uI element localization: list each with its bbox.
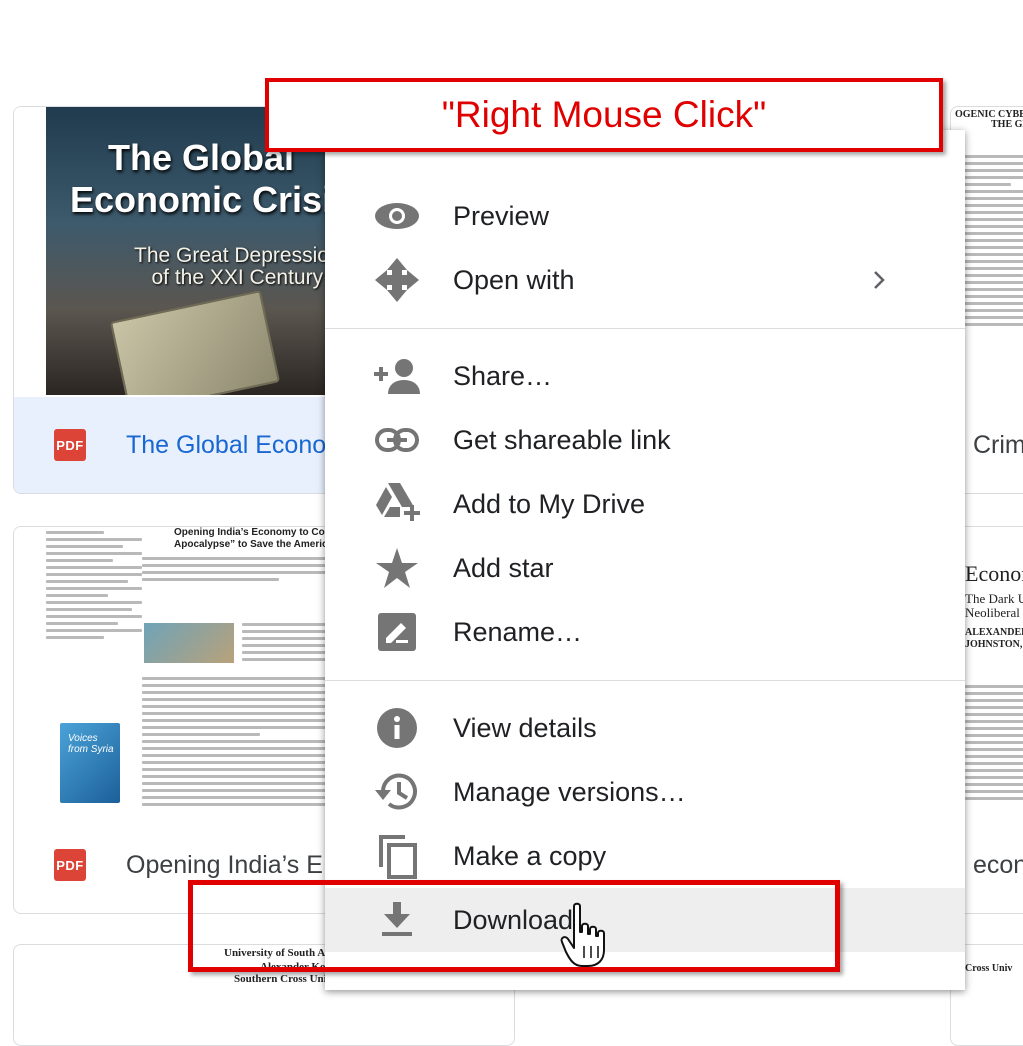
article-body-lines bbox=[142, 677, 338, 810]
paper-authors: JOHNSTON, AND bbox=[965, 639, 1023, 650]
menu-item-label: Share… bbox=[453, 360, 553, 391]
history-icon bbox=[373, 768, 421, 816]
pencil-icon bbox=[373, 608, 421, 656]
menu-item-label: Make a copy bbox=[453, 840, 607, 871]
menu-item-make-copy[interactable]: Make a copy bbox=[325, 824, 965, 888]
menu-item-label: Get shareable link bbox=[453, 424, 671, 455]
paper-authors: ALEXANDER KO bbox=[965, 627, 1023, 638]
paper-line: Neoliberal bbox=[965, 605, 1020, 620]
star-icon bbox=[373, 544, 421, 592]
cover-subtitle: The Great Depression of the XXI Century bbox=[134, 245, 341, 289]
menu-item-add-star[interactable]: Add star bbox=[325, 536, 965, 600]
file-title[interactable]: Opening India’s E bbox=[126, 851, 323, 880]
person-add-icon bbox=[373, 352, 421, 400]
hand-cursor-icon bbox=[560, 902, 612, 973]
menu-item-label: Add star bbox=[453, 552, 554, 583]
menu-item-label: Add to My Drive bbox=[453, 488, 646, 519]
cover-title-line: Economic Crisis bbox=[70, 179, 353, 220]
menu-item-label: View details bbox=[453, 712, 597, 743]
cover-subtitle-line: The Great Depression bbox=[134, 244, 341, 267]
drive-add-icon bbox=[373, 480, 421, 528]
file-title[interactable]: econ bbox=[973, 851, 1023, 880]
article-body-lines bbox=[142, 557, 338, 585]
menu-item-open-with[interactable]: Open with bbox=[325, 248, 965, 312]
paper-line: Southern Cross Unive bbox=[234, 973, 338, 985]
menu-item-manage-versions[interactable]: Manage versions… bbox=[325, 760, 965, 824]
menu-item-rename[interactable]: Rename… bbox=[325, 600, 965, 664]
paper-subheading: THE GLO bbox=[991, 119, 1023, 130]
menu-item-preview[interactable]: Preview bbox=[325, 184, 965, 248]
menu-item-view-details[interactable]: View details bbox=[325, 696, 965, 760]
article-sidebar-lines bbox=[46, 531, 142, 643]
eye-icon bbox=[373, 192, 421, 240]
pdf-icon: PDF bbox=[54, 429, 86, 461]
callout-text: "Right Mouse Click" bbox=[441, 94, 767, 135]
cover-subtitle-line: of the XXI Century bbox=[151, 266, 324, 289]
paper-heading: n Cross Univ bbox=[957, 963, 1013, 974]
pdf-icon: PDF bbox=[54, 849, 86, 881]
copy-icon bbox=[373, 832, 421, 880]
file-title[interactable]: The Global Econo bbox=[126, 431, 326, 460]
menu-item-share[interactable]: Share… bbox=[325, 344, 965, 408]
info-icon bbox=[373, 704, 421, 752]
paper-body-lines bbox=[963, 155, 1023, 330]
link-icon bbox=[373, 416, 421, 464]
file-title[interactable]: Crim bbox=[973, 431, 1023, 460]
book-label: Voices from Syria bbox=[68, 733, 114, 755]
menu-item-label: Manage versions… bbox=[453, 776, 686, 807]
article-starfish-image bbox=[144, 623, 234, 663]
menu-item-label: Open with bbox=[453, 264, 575, 295]
paper-heading: Econor bbox=[965, 561, 1023, 586]
right-click-callout: "Right Mouse Click" bbox=[265, 78, 943, 152]
paper-body-lines bbox=[965, 685, 1023, 804]
menu-item-get-link[interactable]: Get shareable link bbox=[325, 408, 965, 472]
download-highlight-box bbox=[188, 880, 840, 972]
menu-divider bbox=[325, 680, 965, 681]
menu-item-add-to-drive[interactable]: Add to My Drive bbox=[325, 472, 965, 536]
chevron-right-icon bbox=[865, 266, 893, 294]
menu-divider bbox=[325, 328, 965, 329]
context-menu: Preview Open with Share… Get shareable l… bbox=[325, 130, 965, 990]
menu-item-label: Rename… bbox=[453, 616, 583, 647]
menu-item-label: Preview bbox=[453, 200, 550, 231]
move-arrows-icon bbox=[373, 256, 421, 304]
book-thumbnail: Voices from Syria bbox=[60, 723, 120, 803]
article-body-lines bbox=[242, 623, 338, 665]
dollar-bill-image bbox=[109, 290, 281, 395]
